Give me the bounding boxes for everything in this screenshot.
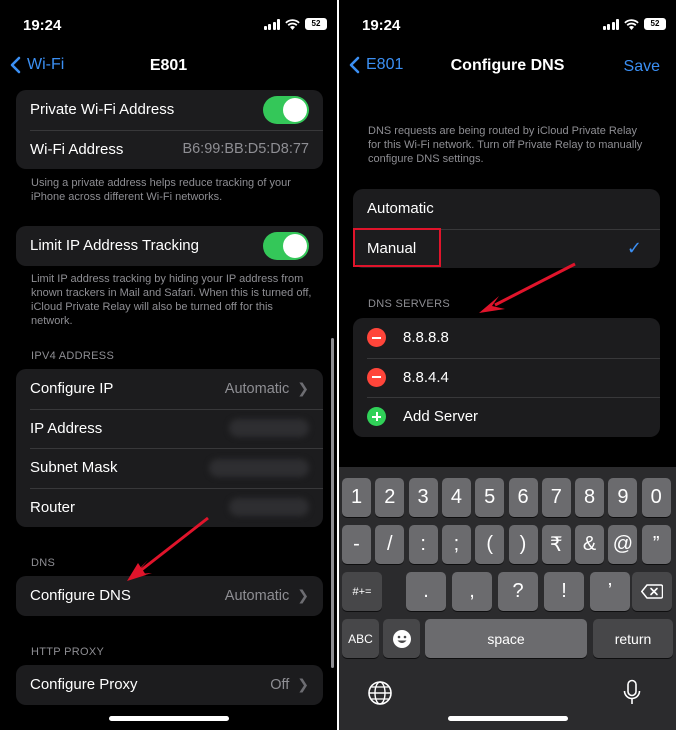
keyboard-number-key[interactable]: 3 <box>408 478 438 517</box>
emoji-icon <box>392 629 411 648</box>
backspace-key[interactable] <box>632 572 672 611</box>
wifi-network-settings-screen: 19:24 52 Wi-Fi E801 Private Wi-Fi Addres… <box>0 0 337 730</box>
keyboard-symbol-key[interactable]: ; <box>441 525 471 564</box>
keyboard-punctuation-key[interactable]: ’ <box>590 572 630 611</box>
space-key[interactable]: space <box>425 619 587 658</box>
numeric-keyboard: 1234567890 - /:;() ₹ & @” #+= .,?!’ ABC spac… <box>339 467 676 730</box>
emoji-key[interactable] <box>383 619 420 658</box>
keyboard-number-key[interactable]: 5 <box>475 478 505 517</box>
globe-icon[interactable] <box>367 680 393 706</box>
keyboard-symbol-key[interactable]: ) <box>508 525 538 564</box>
home-indicator <box>447 716 568 721</box>
keyboard-number-key[interactable]: 1 <box>342 478 371 517</box>
keyboard-punctuation-key[interactable]: ? <box>498 572 538 611</box>
keyboard-number-key[interactable]: 4 <box>441 478 471 517</box>
keyboard-symbol-key[interactable]: : <box>408 525 438 564</box>
configure-dns-screen: 19:24 52 E801 Configure DNS Save DNS req… <box>339 0 676 730</box>
keyboard-symbol-key[interactable]: - <box>342 525 371 564</box>
keyboard-punctuation-key[interactable]: , <box>452 572 492 611</box>
more-symbols-key[interactable]: #+= <box>342 572 382 611</box>
keyboard-symbol-key[interactable]: ” <box>641 525 671 564</box>
keyboard-punctuation-key[interactable]: . <box>406 572 446 611</box>
keyboard-symbol-key[interactable]: ₹ <box>541 525 571 564</box>
backspace-icon <box>641 584 663 599</box>
keyboard-number-key[interactable]: 9 <box>608 478 638 517</box>
keyboard-symbol-key[interactable]: @ <box>608 525 638 564</box>
keyboard-symbol-key[interactable]: & <box>575 525 605 564</box>
keyboard-symbol-key[interactable]: ( <box>475 525 505 564</box>
keyboard-number-key[interactable]: 0 <box>641 478 671 517</box>
keyboard-number-key[interactable]: 2 <box>375 478 405 517</box>
abc-key[interactable]: ABC <box>342 619 379 658</box>
keyboard-punctuation-key[interactable]: ! <box>544 572 584 611</box>
return-key[interactable]: return <box>593 619 673 658</box>
microphone-icon[interactable] <box>622 679 642 707</box>
keyboard-number-key[interactable]: 7 <box>541 478 571 517</box>
annotation-arrow-left <box>127 516 209 581</box>
keyboard-symbol-key[interactable]: / <box>375 525 405 564</box>
keyboard-number-key[interactable]: 6 <box>508 478 538 517</box>
keyboard-number-key[interactable]: 8 <box>575 478 605 517</box>
